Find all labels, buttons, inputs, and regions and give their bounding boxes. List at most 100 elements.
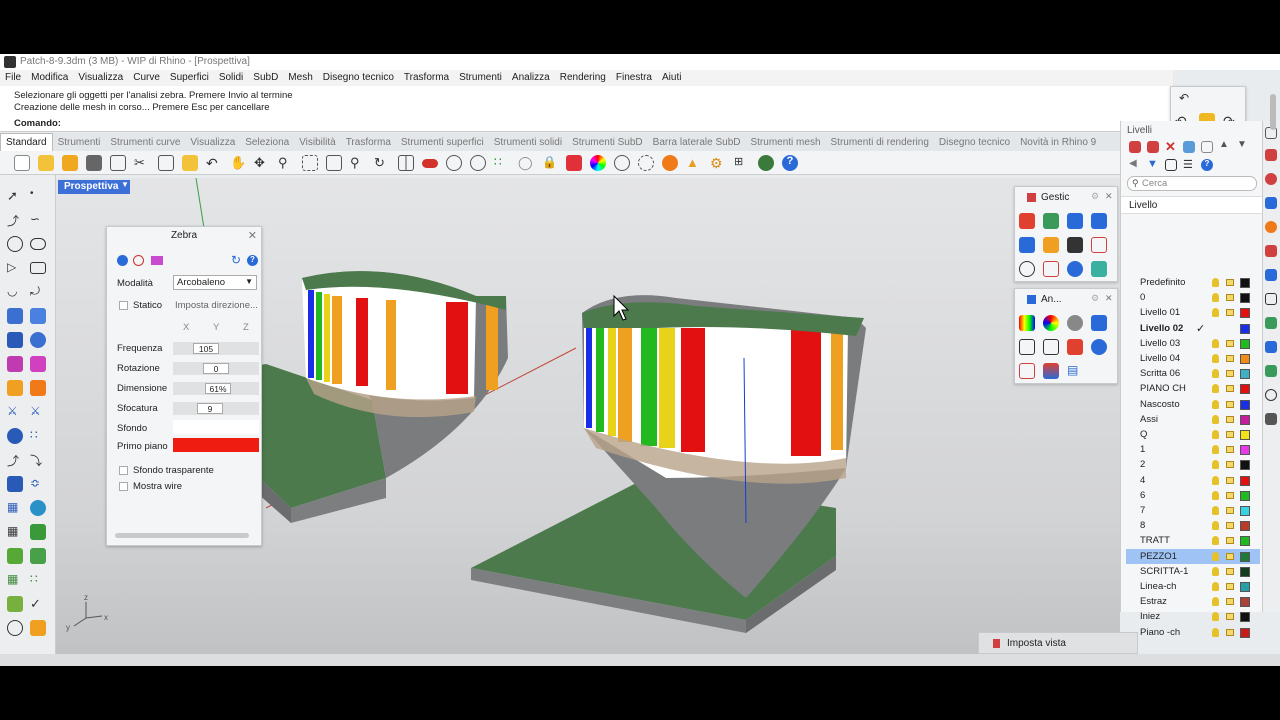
select-icon[interactable]: ➚ [7, 188, 23, 204]
lock-icon[interactable] [1226, 431, 1234, 438]
help-icon[interactable]: ? [247, 255, 258, 266]
arrow-left-icon[interactable] [1091, 237, 1107, 253]
layer-row[interactable]: 2 [1126, 457, 1260, 472]
render-tab-icon[interactable] [1265, 173, 1277, 185]
lock-icon[interactable] [1226, 492, 1234, 499]
lock-icon[interactable] [1226, 553, 1234, 560]
refresh-icon[interactable]: ↻ [231, 253, 241, 267]
menu-subd[interactable]: SubD [248, 70, 283, 83]
delete-icon[interactable]: ✕ [1165, 139, 1181, 155]
lock-icon[interactable] [1226, 583, 1234, 590]
loft-icon[interactable] [30, 308, 46, 324]
zoom-icon[interactable] [1019, 261, 1035, 277]
box-icon[interactable] [7, 332, 23, 348]
menu-superfici[interactable]: Superfici [165, 70, 214, 83]
layer-color-swatch[interactable] [1240, 521, 1250, 531]
tab-disegno-tecnico[interactable]: Disegno tecnico [934, 134, 1015, 152]
tab-barra-laterale-subd[interactable]: Barra laterale SubD [648, 134, 746, 152]
settings-icon[interactable]: ⚙ [1091, 191, 1099, 202]
shaded-icon[interactable] [614, 155, 630, 171]
materials-tab-icon[interactable] [1265, 197, 1277, 209]
frequency-input[interactable]: 105 [193, 343, 219, 354]
options-icon[interactable]: ⚙ [710, 155, 726, 171]
layer-row[interactable]: Livello 04 [1126, 351, 1260, 366]
wireframe-icon[interactable] [638, 155, 654, 171]
tab-strumenti-superfici[interactable]: Strumenti superfici [396, 134, 489, 152]
menu-curve[interactable]: Curve [128, 70, 165, 83]
visibility-bulb-icon[interactable] [1212, 354, 1219, 363]
visibility-bulb-icon[interactable] [1212, 445, 1219, 454]
tab-trasforma[interactable]: Trasforma [341, 134, 396, 152]
add-icon[interactable] [117, 255, 128, 266]
visibility-bulb-icon[interactable] [1212, 628, 1219, 637]
layer-color-swatch[interactable] [1240, 369, 1250, 379]
rhino-globe-icon[interactable] [758, 155, 774, 171]
layer-color-swatch[interactable] [1240, 400, 1250, 410]
rotation-slider[interactable]: 0 [173, 362, 259, 375]
lock-icon[interactable] [1226, 355, 1234, 362]
boolean-icon[interactable] [30, 332, 46, 348]
layer-row[interactable]: Livello 02 ✓ [1126, 321, 1260, 336]
surface-icon[interactable] [7, 308, 23, 324]
rectangle-icon[interactable] [30, 262, 46, 274]
menu-analizza[interactable]: Analizza [507, 70, 555, 83]
ellipse-icon[interactable] [30, 238, 46, 250]
lock-icon[interactable] [1226, 309, 1234, 316]
layer-row[interactable]: 7 [1126, 503, 1260, 518]
environment-tab-icon[interactable] [1265, 221, 1277, 233]
layer-row[interactable]: Iniez [1126, 609, 1260, 624]
tab-strumenti-rendering[interactable]: Strumenti di rendering [826, 134, 934, 152]
lock-icon[interactable] [1226, 294, 1234, 301]
print-icon[interactable] [86, 155, 102, 171]
layer-row[interactable]: Estraz [1126, 594, 1260, 609]
cube-icon[interactable] [1043, 213, 1059, 229]
layer-row[interactable]: PIANO CH [1126, 381, 1260, 396]
remove-icon[interactable] [133, 255, 144, 266]
sphere-icon[interactable] [30, 500, 46, 516]
tab-strumenti-curve[interactable]: Strumenti curve [105, 134, 185, 152]
tab-visibilita[interactable]: Visibilità [294, 134, 341, 152]
car-icon[interactable] [422, 159, 438, 168]
analyze-icon[interactable] [7, 548, 23, 564]
visibility-bulb-icon[interactable] [1212, 415, 1219, 424]
layer-color-swatch[interactable] [1240, 384, 1250, 394]
help-tab-icon[interactable] [1265, 389, 1277, 401]
frequency-slider[interactable]: 105 [173, 342, 259, 355]
zebra-analysis-icon[interactable] [1019, 315, 1035, 331]
layer-row[interactable]: TRATT [1126, 533, 1260, 548]
point-icon[interactable]: • [30, 188, 46, 204]
block-icon[interactable] [1019, 213, 1035, 229]
fillet-icon[interactable]: ⤾ [30, 284, 46, 300]
bar-graph-icon[interactable] [1043, 363, 1059, 379]
target-icon[interactable] [470, 155, 486, 171]
mesh-icon[interactable] [7, 356, 23, 372]
lock-icon[interactable] [1226, 340, 1234, 347]
solid-tools-icon[interactable] [30, 548, 46, 564]
object-properties-icon[interactable] [566, 155, 582, 171]
filter-layers-icon[interactable] [1183, 141, 1195, 153]
layer-row[interactable]: Linea-ch [1126, 579, 1260, 594]
blocks-list-icon[interactable] [1091, 213, 1107, 229]
deviation-icon[interactable] [1091, 339, 1107, 355]
save-icon[interactable] [62, 155, 78, 171]
lock-icon[interactable] [1226, 401, 1234, 408]
paste-icon[interactable] [182, 155, 198, 171]
check-icon[interactable]: ✓ [30, 596, 46, 612]
layer-row[interactable]: Scritta 06 [1126, 366, 1260, 381]
menu-mesh[interactable]: Mesh [283, 70, 317, 83]
copy-icon[interactable] [158, 155, 174, 171]
layer-row[interactable]: SCRITTA-1 [1126, 564, 1260, 579]
grid-tool-icon[interactable]: ▦ [7, 572, 23, 588]
layer-color-swatch[interactable] [1240, 536, 1250, 546]
camera-tab-icon[interactable] [1265, 413, 1277, 425]
layer-row[interactable]: 0 [1126, 290, 1260, 305]
menu-modifica[interactable]: Modifica [26, 70, 73, 83]
layer-row[interactable]: Livello 01 [1126, 305, 1260, 320]
rotate-view-icon[interactable]: ↻ [374, 155, 390, 171]
lock-icon[interactable] [1226, 461, 1234, 468]
layer-row[interactable]: Piano -ch [1126, 625, 1260, 640]
move-up-icon[interactable]: ▲ [1219, 139, 1235, 155]
offset-icon[interactable]: ⤴ [7, 452, 23, 468]
layer-color-swatch[interactable] [1240, 293, 1250, 303]
lock-icon[interactable] [1226, 522, 1234, 529]
